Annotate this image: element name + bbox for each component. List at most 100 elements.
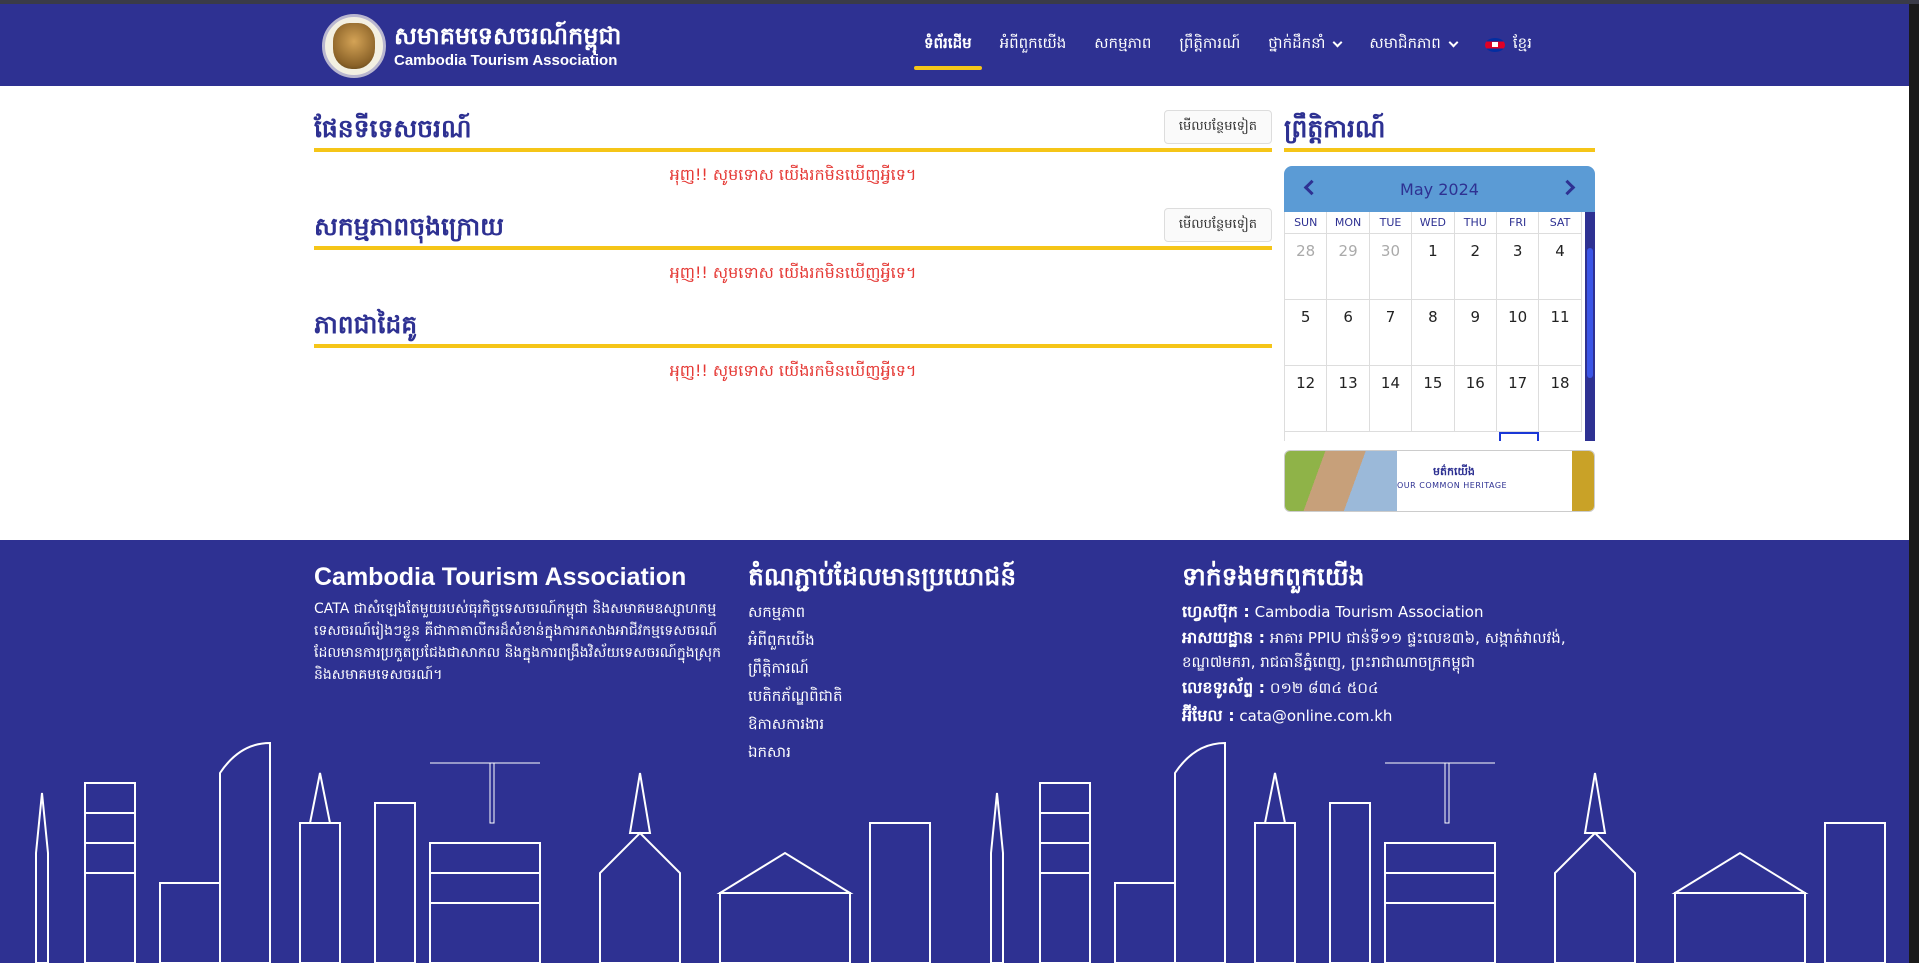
calendar-weekday: FRI: [1496, 212, 1540, 234]
nav-label: ទំព័រដើម: [924, 34, 972, 52]
nav-home[interactable]: ទំព័រដើម: [914, 4, 982, 86]
calendar-day[interactable]: 3: [1496, 234, 1540, 300]
section-latest-activities: សកម្មភាពចុងក្រោយ មើលបន្ថែមទៀត អុញ!! សូមទ…: [314, 208, 1272, 286]
contact-facebook: ហ្វេសប៊ុក : Cambodia Tourism Association: [1182, 598, 1622, 626]
calendar-weekday: THU: [1454, 212, 1497, 234]
section-tourism-map: ផែនទីទេសចរណ៍ មើលបន្ថែមទៀត អុញ!! សូមទោស យ…: [314, 110, 1272, 188]
contact-phone: លេខទូរស័ព្ទ : ០១២ ៨៣៤ ៥០៤: [1182, 674, 1622, 702]
nav-membership[interactable]: សមាជិកភាព: [1369, 4, 1459, 86]
banner-title-khmer: មត៌កយើង: [1433, 465, 1475, 478]
calendar-day[interactable]: 17: [1496, 366, 1540, 432]
site-header: សមាគមទេសចរណ៍កម្ពុជា Cambodia Tourism Ass…: [0, 4, 1909, 86]
today-highlight: [1499, 432, 1539, 441]
calendar-day[interactable]: 1: [1412, 234, 1455, 300]
footer-link[interactable]: សកម្មភាព: [748, 598, 1016, 626]
main-nav: ទំព័រដើម អំពីពួកយើង សកម្មភាព ព្រឹត្តិការ…: [914, 4, 1560, 86]
contact-address: អាសយដ្ឋាន : អាគារ PPIU ជាន់ទី១១ ផ្ទះលេខ៣…: [1182, 626, 1622, 674]
nav-label: អំពីពួកយើង: [999, 34, 1067, 52]
calendar-weekday: MON: [1327, 212, 1370, 234]
chevron-left-icon[interactable]: [1303, 179, 1320, 196]
calendar-weekday: SUN: [1285, 212, 1328, 234]
logo-title-english: Cambodia Tourism Association: [394, 52, 618, 69]
calendar-weekday: TUE: [1369, 212, 1413, 234]
calendar-day[interactable]: 16: [1454, 366, 1497, 432]
footer-contact: ទាក់ទងមកពួកយើង ហ្វេសប៊ុក : Cambodia Tour…: [1182, 560, 1622, 730]
calendar-day[interactable]: 11: [1539, 300, 1582, 366]
contact-label: អ៊ីមែល :: [1182, 706, 1235, 725]
contact-label: អាសយដ្ឋាន :: [1182, 628, 1266, 647]
footer-link[interactable]: អំពីពួកយើង: [748, 626, 1016, 654]
calendar-weekday: SAT: [1539, 212, 1582, 234]
empty-message: អុញ!! សូមទោស យើងរកមិនឃើញអ្វីទេ។: [669, 263, 917, 282]
heritage-banner[interactable]: មត៌កយើង OUR COMMON HERITAGE: [1284, 450, 1595, 512]
calendar-day[interactable]: 30: [1369, 234, 1413, 300]
view-more-button[interactable]: មើលបន្ថែមទៀត: [1163, 208, 1272, 242]
logo-title-khmer: សមាគមទេសចរណ៍កម្ពុជា: [394, 21, 622, 50]
nav-label: ខ្មែរ: [1512, 34, 1532, 52]
calendar-weekday: WED: [1412, 212, 1455, 234]
calendar-day[interactable]: 7: [1369, 300, 1413, 366]
cambodia-flag-icon: [1484, 38, 1505, 52]
nav-label: ថ្នាក់ដឹកនាំ: [1268, 34, 1326, 52]
nav-label: សមាជិកភាព: [1369, 34, 1441, 52]
nav-about[interactable]: អំពីពួកយើង: [1000, 4, 1067, 86]
events-calendar: May 2024 SUN MON TUE WED THU FRI SAT 28 29 30 1 2 3 4…: [1284, 166, 1595, 441]
nav-activities[interactable]: សកម្មភាព: [1094, 4, 1151, 86]
banner-edge: [1572, 451, 1594, 511]
footer-about-title: Cambodia Tourism Association: [314, 563, 687, 591]
calendar-month-label: May 2024: [1400, 179, 1479, 199]
contact-label: លេខទូរស័ព្ទ :: [1182, 678, 1266, 697]
contact-value[interactable]: ០១២ ៨៣៤ ៥០៤: [1270, 679, 1379, 697]
events-sidebar: ព្រឹត្តិការណ៍ May 2024 SUN MON TUE WED THU FR…: [1284, 110, 1595, 441]
footer-about-text: CATA ជាសំឡេងតែមួយរបស់ធុរកិច្ចទេសចរណ៍កម្ព…: [314, 601, 722, 683]
calendar-day[interactable]: 8: [1412, 300, 1455, 366]
calendar-day[interactable]: 12: [1285, 366, 1328, 432]
scrollbar-thumb[interactable]: [1587, 248, 1593, 378]
footer-contact-title: ទាក់ទងមកពួកយើង: [1182, 562, 1365, 591]
calendar-day[interactable]: 15: [1412, 366, 1455, 432]
section-partnership: ភាពជាដៃគូ អុញ!! សូមទោស យើងរកមិនឃើញអ្វីទេ…: [314, 306, 1272, 384]
contact-email: អ៊ីមែល : cata@online.com.kh: [1182, 702, 1622, 730]
calendar-day[interactable]: 4: [1539, 234, 1582, 300]
calendar-day[interactable]: 2: [1454, 234, 1497, 300]
empty-message: អុញ!! សូមទោស យើងរកមិនឃើញអ្វីទេ។: [669, 361, 917, 380]
association-emblem-icon: [322, 14, 386, 78]
nav-leadership[interactable]: ថ្នាក់ដឹកនាំ: [1268, 4, 1343, 86]
nav-events[interactable]: ព្រឹត្តិការណ៍: [1179, 4, 1240, 86]
site-footer: Cambodia Tourism Association CATA ជាសំឡេ…: [0, 540, 1909, 963]
empty-message: អុញ!! សូមទោស យើងរកមិនឃើញអ្វីទេ។: [669, 165, 917, 184]
main-content: ផែនទីទេសចរណ៍ មើលបន្ថែមទៀត អុញ!! សូមទោស យ…: [0, 86, 1909, 540]
city-skyline-illustration: [35, 741, 1886, 963]
contact-value[interactable]: Cambodia Tourism Association: [1255, 603, 1484, 621]
site-logo[interactable]: សមាគមទេសចរណ៍កម្ពុជា Cambodia Tourism Ass…: [322, 14, 621, 78]
calendar-day[interactable]: 29: [1327, 234, 1370, 300]
calendar-body: SUN MON TUE WED THU FRI SAT 28 29 30 1 2 3 4 5 6 7 8 9 10 11…: [1284, 212, 1595, 441]
footer-links-title: តំណភ្ជាប់ដែលមានប្រយោជន៍: [748, 562, 1017, 591]
calendar-day[interactable]: 13: [1327, 366, 1370, 432]
chevron-down-icon: [1332, 37, 1343, 48]
section-title: ភាពជាដៃគូ: [314, 310, 418, 339]
calendar-day[interactable]: 18: [1539, 366, 1582, 432]
view-more-button[interactable]: មើលបន្ថែមទៀត: [1163, 110, 1272, 144]
calendar-day[interactable]: 6: [1327, 300, 1370, 366]
nav-label: ព្រឹត្តិការណ៍: [1179, 34, 1241, 52]
banner-image: [1285, 451, 1397, 511]
footer-link[interactable]: ព្រឹត្តិការណ៍: [748, 654, 1016, 682]
nav-label: សកម្មភាព: [1094, 34, 1152, 52]
banner-title: OUR COMMON HERITAGE: [1397, 481, 1508, 490]
footer-about: Cambodia Tourism Association CATA ជាសំឡេ…: [314, 560, 734, 686]
calendar-scrollbar[interactable]: [1585, 212, 1595, 441]
calendar-day[interactable]: 5: [1285, 300, 1328, 366]
calendar-day[interactable]: 28: [1285, 234, 1328, 300]
section-title: សកម្មភាពចុងក្រោយ: [314, 212, 504, 241]
calendar-day[interactable]: 10: [1496, 300, 1540, 366]
contact-value[interactable]: cata@online.com.kh: [1239, 707, 1392, 725]
contact-label: ហ្វេសប៊ុក :: [1182, 602, 1250, 621]
chevron-down-icon: [1448, 37, 1459, 48]
footer-link[interactable]: បេតិកភ័ណ្ឌពិជាតិ: [748, 682, 1016, 710]
chevron-right-icon[interactable]: [1559, 179, 1576, 196]
calendar-day[interactable]: 9: [1454, 300, 1497, 366]
calendar-grid: SUN MON TUE WED THU FRI SAT 28 29 30 1 2 3 4 5 6 7 8 9 10 11…: [1285, 212, 1595, 432]
calendar-day[interactable]: 14: [1369, 366, 1413, 432]
nav-language[interactable]: ខ្មែរ: [1484, 4, 1532, 86]
